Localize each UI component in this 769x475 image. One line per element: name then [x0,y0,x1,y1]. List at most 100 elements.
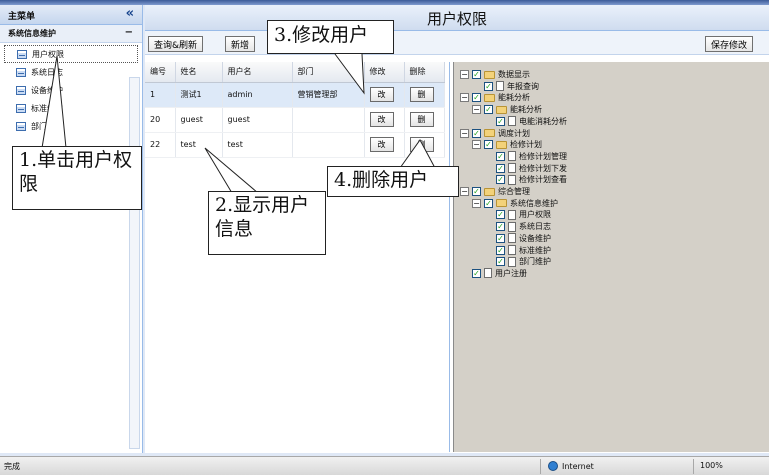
tree-node[interactable]: ✓ 用户注册 [460,268,527,279]
tree-node-label: 系统信息维护 [510,198,558,208]
column-header-edit[interactable]: 修改 [364,62,405,83]
checkbox-icon[interactable]: ✓ [496,116,505,126]
column-header-delete[interactable]: 删除 [404,62,445,83]
delete-user-button[interactable]: 删 [409,87,434,102]
column-header-username[interactable]: 用户名 [222,62,293,83]
cell-edit: 改 [364,107,405,133]
file-icon [508,221,516,232]
tree-expand-icon[interactable]: − [460,93,469,103]
zone-label: Internet [562,461,594,471]
tree-expand-icon[interactable]: − [460,187,469,196]
cell-dept [292,107,365,133]
tree-node-label: 系统日志 [519,222,551,232]
menu-scrollbar[interactable] [129,77,140,449]
security-zone[interactable]: Internet [548,461,594,471]
edit-user-button[interactable]: 改 [369,112,394,127]
tree-node[interactable]: − ✓ 能耗分析 [460,92,530,103]
tree-node[interactable]: − ✓ 调度计划 [460,128,530,139]
tree-node[interactable]: ✓ 检修计划下发 [484,163,567,174]
tree-node-label: 综合管理 [498,187,530,196]
tree-node-label: 检修计划下发 [519,163,567,173]
checkbox-icon[interactable]: ✓ [472,93,481,103]
tree-node[interactable]: ✓ 标准维护 [484,245,551,256]
folder-icon [484,187,495,196]
menu-group-system-info[interactable]: 系统信息维护 − [0,25,142,43]
checkbox-icon[interactable]: ✓ [496,222,505,232]
menu-item-equipment[interactable]: 设备维护 [4,81,138,99]
checkbox-icon[interactable]: ✓ [484,198,493,208]
table-row[interactable]: 1 测试1 admin 营销管理部 改 删 [145,82,445,108]
column-header-dept[interactable]: 部门 [292,62,365,83]
tree-node[interactable]: ✓ 设备维护 [484,233,551,244]
column-header-id[interactable]: 编号 [145,62,176,83]
save-changes-button[interactable]: 保存修改 [705,36,754,52]
query-refresh-button[interactable]: 查询&刷新 [148,36,204,52]
grid-icon [16,121,26,131]
menu-item-label: 标准维护 [31,103,63,113]
file-icon [508,209,516,220]
tree-node[interactable]: ✓ 电能消耗分析 [484,116,567,127]
tree-node-label: 标准维护 [519,245,551,255]
tree-node[interactable]: − ✓ 系统信息维护 [472,198,558,209]
menu-item-label: 用户权限 [32,49,64,59]
tree-expand-icon[interactable]: − [472,198,481,208]
checkbox-icon[interactable]: ✓ [496,257,505,267]
checkbox-icon[interactable]: ✓ [496,163,505,173]
tree-node[interactable]: ✓ 部门维护 [484,256,551,267]
file-icon [508,233,516,244]
folder-icon [484,70,495,79]
file-icon [508,163,516,174]
tree-node[interactable]: ✓ 系统日志 [484,221,551,232]
status-divider [693,459,694,474]
checkbox-icon[interactable]: ✓ [472,268,481,278]
column-header-name[interactable]: 姓名 [175,62,223,83]
zoom-level[interactable]: 100% [700,461,723,470]
checkbox-icon[interactable]: ✓ [484,81,493,91]
table-row[interactable]: 22 test test 改 删 [145,132,445,158]
tree-node[interactable]: ✓ 检修计划查看 [484,174,567,185]
main-menu-header: 主菜单 « [0,5,142,25]
tree-node[interactable]: ✓ 检修计划管理 [484,151,567,162]
status-text: 完成 [4,462,20,471]
checkbox-icon[interactable]: ✓ [472,128,481,138]
tree-expand-icon[interactable]: − [472,105,481,115]
checkbox-icon[interactable]: ✓ [496,175,505,185]
checkbox-icon[interactable]: ✓ [484,140,493,150]
checkbox-icon[interactable]: ✓ [484,105,493,115]
menu-item-user-permissions[interactable]: 用户权限 [4,45,138,63]
tree-node[interactable]: − ✓ 综合管理 [460,186,530,197]
edit-user-button[interactable]: 改 [369,87,394,102]
tree-node-label: 数据显示 [498,70,530,79]
delete-user-button[interactable]: 删 [409,137,434,152]
grid-icon [16,85,26,95]
checkbox-icon[interactable]: ✓ [472,70,481,79]
menu-item-departments[interactable]: 部门维护 [4,117,138,135]
collapse-icon[interactable]: « [126,7,134,20]
edit-user-button[interactable]: 改 [369,137,394,152]
cell-dept [292,132,365,158]
annotation-step-1: 1.单击用户权限 [12,146,142,210]
menu-item-standards[interactable]: 标准维护 [4,99,138,117]
add-button[interactable]: 新增 [225,36,256,52]
menu-item-label: 设备维护 [31,85,63,95]
tree-node[interactable]: − ✓ 能耗分析 [472,104,542,115]
tree-node[interactable]: ✓ 年报查询 [472,81,539,92]
checkbox-icon[interactable]: ✓ [472,187,481,196]
tree-expand-icon[interactable]: − [460,70,469,79]
permission-tree: − ✓ 数据显示 ✓ 年报查询 − ✓ 能耗分析 − ✓ 能耗分析 ✓ 电能消耗分析 − ✓ 调度计划 − ✓ 检修… [453,62,769,452]
tree-expand-icon[interactable]: − [472,140,481,150]
tree-expand-icon[interactable]: − [460,128,469,138]
table-row[interactable]: 20 guest guest 改 删 [145,107,445,133]
tree-node[interactable]: − ✓ 检修计划 [472,139,542,150]
checkbox-icon[interactable]: ✓ [496,151,505,161]
checkbox-icon[interactable]: ✓ [496,233,505,243]
group-collapse-icon[interactable]: − [125,27,133,38]
checkbox-icon[interactable]: ✓ [496,245,505,255]
folder-icon [484,129,495,137]
menu-item-system-log[interactable]: 系统日志 [4,63,138,81]
tree-node[interactable]: − ✓ 数据显示 [460,69,530,80]
annotation-step-4: 4.删除用户 [327,166,459,197]
delete-user-button[interactable]: 删 [409,112,434,127]
tree-node[interactable]: ✓ 用户权限 [484,209,551,220]
checkbox-icon[interactable]: ✓ [496,210,505,220]
